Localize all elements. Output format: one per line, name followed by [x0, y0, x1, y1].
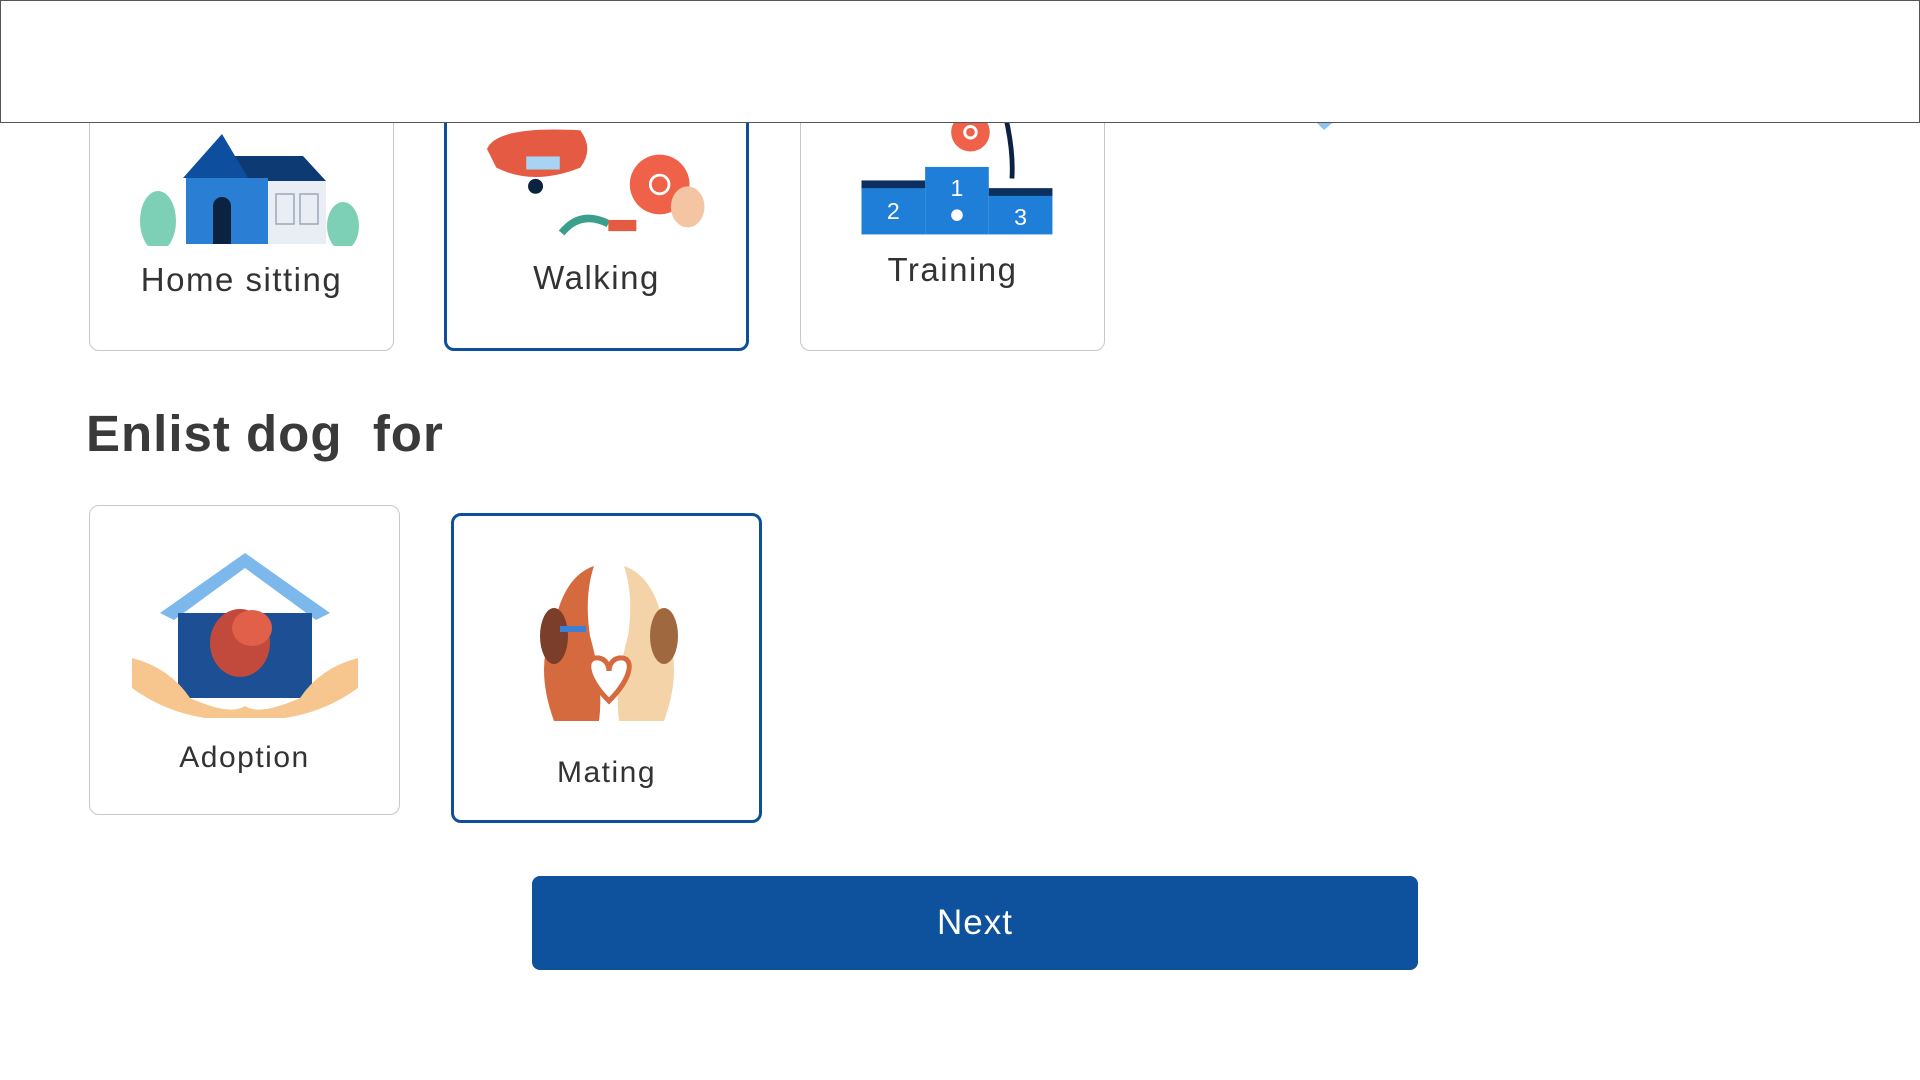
house-icon: [140, 134, 359, 246]
header-bar: [0, 0, 1920, 123]
service-card-home-sitting[interactable]: Home sitting: [89, 100, 394, 351]
svg-text:3: 3: [1014, 204, 1027, 230]
service-label: Training: [887, 251, 1018, 288]
leash-collar-icon: [487, 129, 705, 236]
service-card-walking[interactable]: Walking: [444, 98, 749, 351]
svg-text:1: 1: [951, 175, 964, 201]
service-label: Walking: [533, 259, 660, 296]
enlist-label: Mating: [556, 756, 657, 789]
enlist-card-mating[interactable]: Mating: [451, 513, 762, 823]
next-button[interactable]: Next: [532, 876, 1418, 970]
service-card-training[interactable]: 2 1 3 Training: [800, 100, 1105, 351]
service-label: Home sitting: [140, 261, 343, 298]
enlist-section-title: Enlist dog for: [86, 405, 444, 462]
dogs-heart-icon: [540, 566, 678, 721]
doghouse-hands-icon: [132, 553, 358, 718]
enlist-label: Adoption: [179, 741, 310, 774]
podium-icon: 2 1 3: [861, 111, 1053, 235]
svg-text:2: 2: [887, 198, 900, 224]
enlist-card-adoption[interactable]: Adoption: [89, 505, 400, 815]
